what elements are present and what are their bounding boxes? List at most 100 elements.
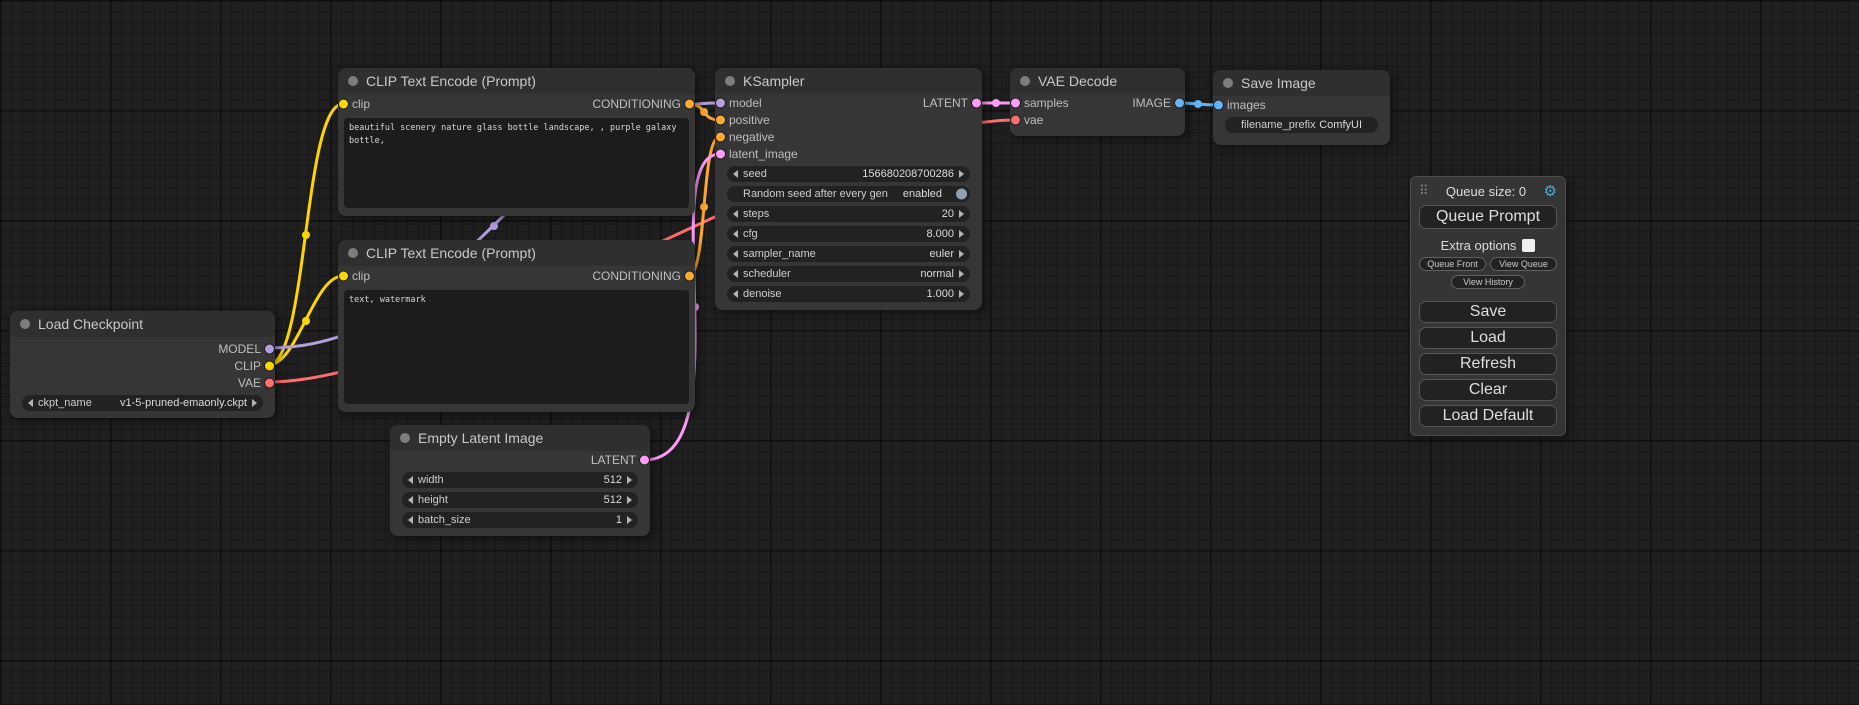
node-clip-text-encode-negative[interactable]: CLIP Text Encode (Prompt) clip CONDITION…: [338, 240, 695, 412]
input-label-latent-image: latent_image: [729, 147, 798, 161]
node-title-bar[interactable]: Load Checkpoint: [10, 311, 275, 337]
drag-handle-icon[interactable]: ⠿: [1419, 183, 1429, 199]
widget-label: height: [418, 494, 448, 506]
decrement-arrow-icon[interactable]: [408, 516, 413, 524]
filename-prefix-widget[interactable]: filename_prefix ComfyUI: [1225, 117, 1378, 133]
increment-arrow-icon[interactable]: [959, 170, 964, 178]
collapse-dot-icon[interactable]: [348, 76, 358, 86]
decrement-arrow-icon[interactable]: [733, 290, 738, 298]
node-clip-text-encode-positive[interactable]: CLIP Text Encode (Prompt) clip CONDITION…: [338, 68, 695, 216]
node-vae-decode[interactable]: VAE Decode samples IMAGE vae: [1010, 68, 1185, 136]
node-title-bar[interactable]: Save Image: [1213, 70, 1390, 96]
decrement-arrow-icon[interactable]: [733, 250, 738, 258]
input-port-images[interactable]: [1214, 100, 1223, 109]
queue-prompt-button[interactable]: Queue Prompt: [1419, 205, 1557, 229]
seed-widget[interactable]: seed 156680208700286: [727, 166, 970, 182]
queue-front-button[interactable]: Queue Front: [1419, 257, 1486, 271]
collapse-dot-icon[interactable]: [1223, 78, 1233, 88]
increment-arrow-icon[interactable]: [959, 250, 964, 258]
node-title-bar[interactable]: VAE Decode: [1010, 68, 1185, 94]
sampler-name-widget[interactable]: sampler_name euler: [727, 246, 970, 262]
collapse-dot-icon[interactable]: [348, 248, 358, 258]
decrement-arrow-icon[interactable]: [733, 170, 738, 178]
denoise-widget[interactable]: denoise 1.000: [727, 286, 970, 302]
widget-value: 156680208700286: [862, 168, 954, 180]
settings-gear-icon[interactable]: ⚙: [1544, 182, 1557, 200]
slot-row: negative: [715, 128, 982, 145]
output-port-model[interactable]: [265, 344, 274, 353]
save-button[interactable]: Save: [1419, 301, 1557, 323]
output-port-vae[interactable]: [265, 378, 274, 387]
toggle-knob-icon[interactable]: [956, 189, 967, 200]
decrement-arrow-icon[interactable]: [733, 210, 738, 218]
increment-arrow-icon[interactable]: [627, 516, 632, 524]
extra-options-checkbox[interactable]: [1522, 239, 1535, 252]
scheduler-widget[interactable]: scheduler normal: [727, 266, 970, 282]
output-port-image[interactable]: [1175, 98, 1184, 107]
widget-value: v1-5-pruned-emaonly.ckpt: [120, 397, 247, 409]
increment-arrow-icon[interactable]: [959, 230, 964, 238]
decrement-arrow-icon[interactable]: [408, 496, 413, 504]
view-queue-button[interactable]: View Queue: [1490, 257, 1557, 271]
graph-canvas[interactable]: Load Checkpoint MODEL CLIP VAE ckpt_name…: [0, 0, 1859, 705]
input-port-clip[interactable]: [339, 100, 348, 109]
slot-row: positive: [715, 111, 982, 128]
node-empty-latent-image[interactable]: Empty Latent Image LATENT width 512 heig…: [390, 425, 650, 536]
node-title-bar[interactable]: KSampler: [715, 68, 982, 94]
view-history-button[interactable]: View History: [1451, 275, 1525, 289]
node-ksampler[interactable]: KSampler model LATENT positive negative …: [715, 68, 982, 310]
refresh-button[interactable]: Refresh: [1419, 353, 1557, 375]
random-seed-toggle-widget[interactable]: Random seed after every gen enabled: [727, 186, 970, 202]
collapse-dot-icon[interactable]: [20, 319, 30, 329]
input-port-clip[interactable]: [339, 272, 348, 281]
prompt-textarea[interactable]: beautiful scenery nature glass bottle la…: [344, 118, 689, 208]
ckpt-name-widget[interactable]: ckpt_name v1-5-pruned-emaonly.ckpt: [22, 395, 263, 411]
node-load-checkpoint[interactable]: Load Checkpoint MODEL CLIP VAE ckpt_name…: [10, 311, 275, 418]
input-label-positive: positive: [729, 113, 770, 127]
increment-arrow-icon[interactable]: [959, 210, 964, 218]
decrement-arrow-icon[interactable]: [408, 476, 413, 484]
input-port-latent-image[interactable]: [716, 149, 725, 158]
widget-value: euler: [930, 248, 954, 260]
collapse-dot-icon[interactable]: [400, 433, 410, 443]
decrement-arrow-icon[interactable]: [733, 270, 738, 278]
queue-size-label: Queue size: 0: [1429, 184, 1544, 199]
collapse-dot-icon[interactable]: [725, 76, 735, 86]
load-button[interactable]: Load: [1419, 327, 1557, 349]
output-port-conditioning[interactable]: [685, 100, 694, 109]
clear-button[interactable]: Clear: [1419, 379, 1557, 401]
input-port-model[interactable]: [716, 98, 725, 107]
widget-label: width: [418, 474, 444, 486]
widget-label: batch_size: [418, 514, 471, 526]
height-widget[interactable]: height 512: [402, 492, 638, 508]
input-port-positive[interactable]: [716, 115, 725, 124]
output-port-latent[interactable]: [972, 98, 981, 107]
decrement-arrow-icon[interactable]: [733, 230, 738, 238]
output-port-conditioning[interactable]: [685, 272, 694, 281]
node-title: VAE Decode: [1038, 73, 1117, 89]
prompt-textarea[interactable]: text, watermark: [344, 290, 689, 404]
collapse-dot-icon[interactable]: [1020, 76, 1030, 86]
cfg-widget[interactable]: cfg 8.000: [727, 226, 970, 242]
output-label-clip: CLIP: [234, 359, 261, 373]
output-port-clip[interactable]: [265, 361, 274, 370]
node-title-bar[interactable]: Empty Latent Image: [390, 425, 650, 451]
increment-arrow-icon[interactable]: [627, 476, 632, 484]
increment-arrow-icon[interactable]: [627, 496, 632, 504]
node-title-bar[interactable]: CLIP Text Encode (Prompt): [338, 240, 695, 266]
width-widget[interactable]: width 512: [402, 472, 638, 488]
steps-widget[interactable]: steps 20: [727, 206, 970, 222]
increment-arrow-icon[interactable]: [252, 399, 257, 407]
load-default-button[interactable]: Load Default: [1419, 405, 1557, 427]
output-port-latent[interactable]: [640, 455, 649, 464]
batch-size-widget[interactable]: batch_size 1: [402, 512, 638, 528]
node-save-image[interactable]: Save Image images filename_prefix ComfyU…: [1213, 70, 1390, 145]
decrement-arrow-icon[interactable]: [28, 399, 33, 407]
node-title-bar[interactable]: CLIP Text Encode (Prompt): [338, 68, 695, 94]
input-port-negative[interactable]: [716, 132, 725, 141]
increment-arrow-icon[interactable]: [959, 270, 964, 278]
input-port-vae[interactable]: [1011, 115, 1020, 124]
input-port-samples[interactable]: [1011, 98, 1020, 107]
increment-arrow-icon[interactable]: [959, 290, 964, 298]
input-label-clip: clip: [352, 269, 370, 283]
